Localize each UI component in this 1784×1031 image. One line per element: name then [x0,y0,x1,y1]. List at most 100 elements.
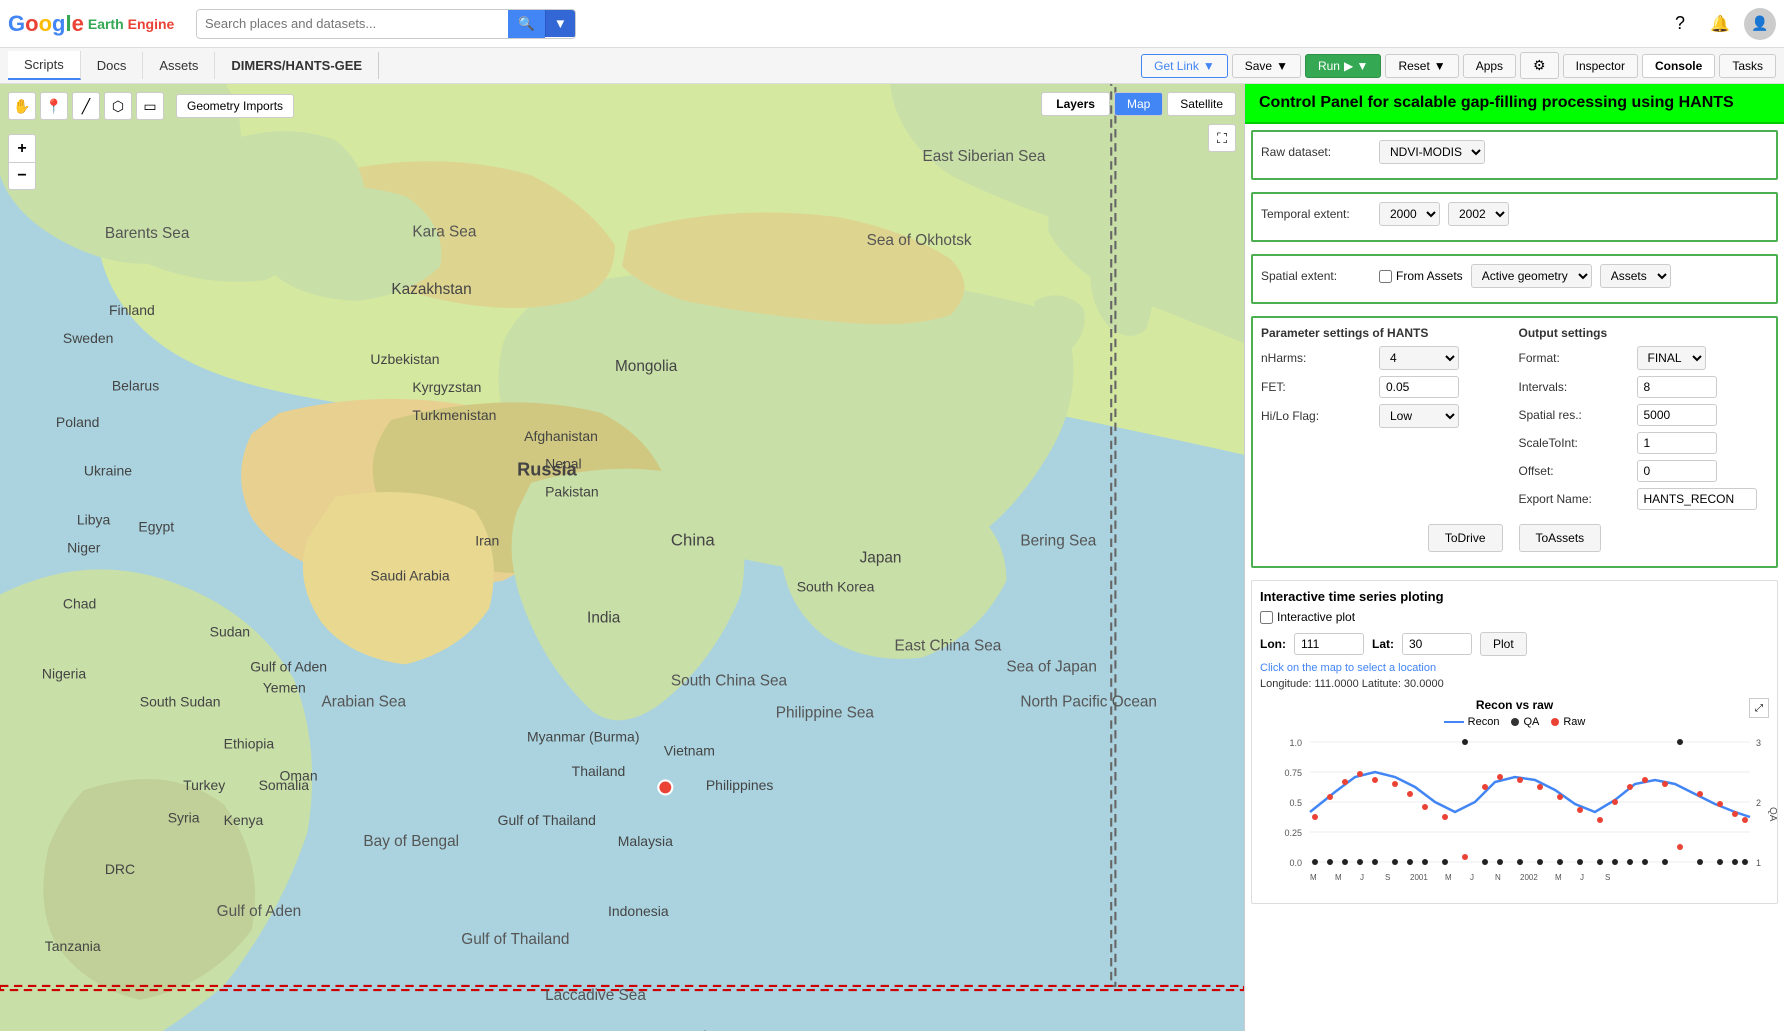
apps-button[interactable]: Apps [1463,54,1516,78]
hilo-select[interactable]: Low [1379,404,1459,428]
params-section: Parameter settings of HANTS nHarms: 4 FE… [1251,316,1778,568]
to-drive-button[interactable]: ToDrive [1428,524,1503,552]
map-view-controls: Layers Map Satellite [1041,92,1236,116]
save-button[interactable]: Save ▼ [1232,54,1301,78]
nharms-row: nHarms: 4 [1261,346,1511,370]
qa-dot [1597,859,1603,865]
run-button[interactable]: Run ▶ ▼ [1305,54,1381,78]
qa-dot [1662,859,1668,865]
satellite-view-button[interactable]: Satellite [1167,92,1236,116]
notifications-icon-button[interactable]: 🔔 [1704,8,1736,40]
legend-qa-label: QA [1523,716,1539,728]
x-label-n: N [1495,873,1501,882]
zoom-out-button[interactable]: − [8,162,36,190]
tab-scripts[interactable]: Scripts [8,51,81,80]
y-tick-0.75: 0.75 [1284,768,1302,778]
turkey-label: Turkey [183,777,225,793]
export-name-label: Export Name: [1519,492,1629,506]
iran-label: Iran [475,533,499,549]
spatial-res-input[interactable] [1637,404,1717,426]
legend-recon-line [1444,721,1464,723]
lon-label: Lon: [1260,637,1286,651]
qa-dot [1677,739,1683,745]
temporal-end-select[interactable]: 2002 [1448,202,1509,226]
from-assets-checkbox[interactable] [1379,270,1392,283]
interactive-plot-checkbox-label[interactable]: Interactive plot [1260,610,1355,624]
map-canvas[interactable]: Barents Sea Kara Sea East Siberian Sea S… [0,84,1244,1031]
export-name-input[interactable] [1637,488,1757,510]
action-buttons-row: ToDrive ToAssets [1261,524,1768,552]
help-icon-button[interactable]: ? [1664,8,1696,40]
map-view-button[interactable]: Map [1114,92,1163,116]
tasks-tab[interactable]: Tasks [1719,54,1776,78]
qa-dot [1357,859,1363,865]
search-input[interactable] [197,10,508,37]
qa-dot [1442,859,1448,865]
zoom-in-button[interactable]: + [8,134,36,162]
polygon-tool[interactable]: ⬡ [104,92,132,120]
tab-assets[interactable]: Assets [143,52,215,79]
north-pacific-label: North Pacific Ocean [1020,693,1157,710]
indonesia-label: Indonesia [608,903,669,919]
scale-to-int-input[interactable] [1637,432,1717,454]
x-label-m2: M [1335,873,1342,882]
to-assets-button[interactable]: ToAssets [1519,524,1602,552]
settings-button[interactable]: ⚙ [1520,52,1559,79]
pointer-tool[interactable]: ✋ [8,92,36,120]
qa-dot [1717,859,1723,865]
qa-dot [1497,859,1503,865]
interactive-plot-checkbox[interactable] [1260,611,1273,624]
ethiopia-label: Ethiopia [224,735,275,751]
intervals-input[interactable] [1637,376,1717,398]
point-tool[interactable]: 📍 [40,92,68,120]
plot-button[interactable]: Plot [1480,632,1527,656]
scale-to-int-row: ScaleToInt: [1519,432,1769,454]
active-geometry-select[interactable]: Active geometry [1471,264,1592,288]
legend-raw-label: Raw [1563,716,1585,728]
layers-button[interactable]: Layers [1041,92,1110,116]
time-series-header: Interactive time series ploting [1260,589,1769,604]
search-dropdown-button[interactable]: ▼ [545,10,575,37]
nharms-label: nHarms: [1261,351,1371,365]
finland-label: Finland [109,302,155,318]
inspector-tab[interactable]: Inspector [1563,54,1638,78]
poland-label: Poland [56,414,100,430]
x-label-s: S [1385,873,1390,882]
afghanistan-label: Afghanistan [524,428,598,444]
user-avatar[interactable]: 👤 [1744,8,1776,40]
topbar-right: ? 🔔 👤 [1664,8,1776,40]
reset-button[interactable]: Reset ▼ [1385,54,1458,78]
tab-docs[interactable]: Docs [81,52,144,79]
console-tab[interactable]: Console [1642,54,1715,78]
map-area[interactable]: ✋ 📍 ╱ ⬡ ▭ Geometry Imports Layers Map Sa… [0,84,1244,1031]
rectangle-tool[interactable]: ▭ [136,92,164,120]
nharms-select[interactable]: 4 [1379,346,1459,370]
temporal-start-select[interactable]: 2000 [1379,202,1440,226]
india-label: India [587,609,621,626]
format-select[interactable]: FINAL [1637,346,1706,370]
get-link-button[interactable]: Get Link ▼ [1141,54,1228,78]
raw-dataset-select[interactable]: NDVI-MODIS [1379,140,1485,164]
fullscreen-button[interactable]: ⛶ [1208,124,1236,152]
search-button[interactable]: 🔍 [508,10,545,38]
qa-dot [1557,859,1563,865]
chart-expand-button[interactable]: ⤢ [1749,698,1769,718]
assets-select[interactable]: Assets [1600,264,1671,288]
lat-input[interactable] [1402,633,1472,655]
y-tick-right-1: 1 [1756,858,1761,868]
x-label-j2: J [1470,873,1474,882]
legend-raw: Raw [1551,716,1585,728]
qa-dot [1342,859,1348,865]
line-tool[interactable]: ╱ [72,92,100,120]
geometry-imports-button[interactable]: Geometry Imports [176,94,294,118]
x-label-j3: J [1580,873,1584,882]
temporal-extent-label: Temporal extent: [1261,207,1371,221]
from-assets-checkbox-label[interactable]: From Assets [1379,269,1463,283]
search-bar: 🔍 ▼ [196,9,576,39]
lon-input[interactable] [1294,633,1364,655]
offset-input[interactable] [1637,460,1717,482]
qa-dot [1697,859,1703,865]
kazakhstan-label: Kazakhstan [391,281,471,298]
fet-input[interactable] [1379,376,1459,398]
raw-dot [1612,799,1618,805]
